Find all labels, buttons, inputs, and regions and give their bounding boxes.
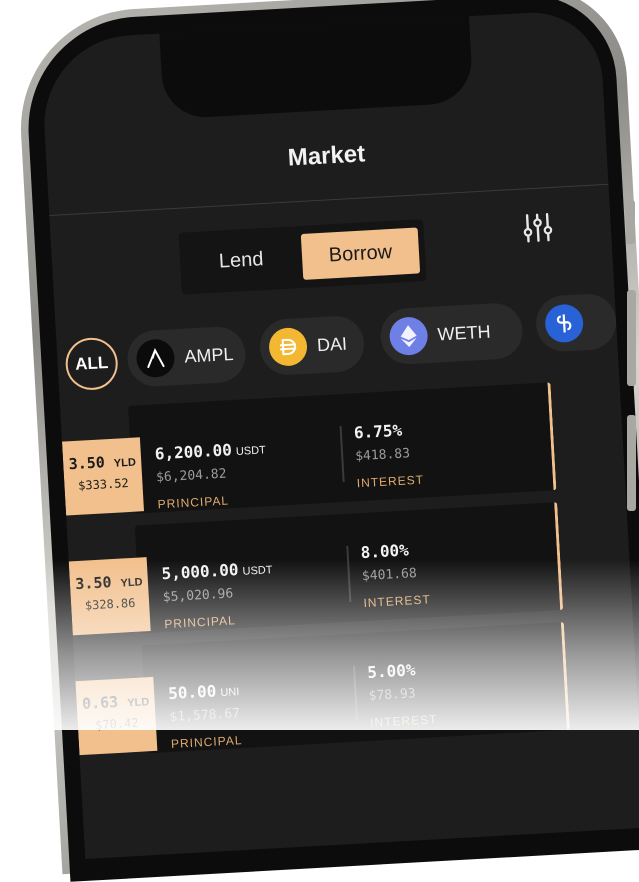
yield-value: 0.63 xyxy=(81,692,119,713)
ampl-token-icon xyxy=(135,338,176,379)
usdt-token-icon xyxy=(544,303,585,344)
interest-usd: $418.83 xyxy=(354,446,411,465)
principal-amount: 5,000.00 xyxy=(160,560,239,584)
yield-usd: $328.86 xyxy=(84,595,136,613)
interest-usd: $78.93 xyxy=(368,686,417,704)
interest-rate: 8.00% xyxy=(360,540,410,563)
volume-down-button xyxy=(627,415,636,511)
interest-rate: 6.75% xyxy=(353,420,403,443)
principal-usd: $1,578.67 xyxy=(169,706,241,726)
principal-block: 6,200.00 USDT $6,204.82 PRINCIPAL xyxy=(154,438,269,511)
principal-amount: 6,200.00 xyxy=(154,440,233,464)
asset-chip-ampl[interactable]: AMPL xyxy=(125,325,247,388)
yield-unit: YLD xyxy=(120,576,143,590)
asset-label-dai: DAI xyxy=(316,333,348,355)
interest-block: 6.75% $418.83 INTEREST xyxy=(353,420,424,491)
tab-borrow[interactable]: Borrow xyxy=(300,227,421,280)
yield-unit: YLD xyxy=(113,456,137,470)
yield-value: 3.50 xyxy=(68,453,106,474)
market-row[interactable]: 0.63 YLD $70.42 50.00 UNI $1,578.67 PRINC… xyxy=(74,618,639,759)
mute-switch xyxy=(626,200,635,244)
yield-usd: $333.52 xyxy=(77,475,130,493)
interest-block: 8.00% $401.68 INTEREST xyxy=(360,539,431,610)
yield-unit: YLD xyxy=(126,696,150,710)
principal-usd: $6,204.82 xyxy=(155,466,227,486)
interest-block: 5.00% $78.93 INTEREST xyxy=(367,659,438,730)
principal-block: 50.00 UNI $1,578.67 PRINCIPAL xyxy=(168,680,243,751)
principal-unit: USDT xyxy=(235,444,267,458)
dai-token-icon xyxy=(268,326,309,367)
weth-token-icon xyxy=(388,316,429,357)
tab-lend[interactable]: Lend xyxy=(185,234,297,286)
asset-label-weth: WETH xyxy=(437,321,492,344)
yield-badge: 3.50 YLD $333.52 xyxy=(61,437,144,516)
asset-chip-all[interactable]: ALL xyxy=(64,336,120,392)
asset-chip-partial[interactable] xyxy=(534,292,618,353)
asset-chip-weth[interactable]: WETH xyxy=(379,301,525,366)
yield-badge: 3.50 YLD $328.86 xyxy=(68,557,151,636)
principal-usd: $5,020.96 xyxy=(162,586,234,606)
principal-amount: 50.00 xyxy=(167,681,217,704)
asset-label-ampl: AMPL xyxy=(183,343,234,367)
principal-unit: USDT xyxy=(242,564,273,578)
asset-chip-dai[interactable]: DAI xyxy=(258,314,366,377)
app-screen: Market Lend Borrow ALL AMPL DAI WETH 3.5… xyxy=(39,9,639,859)
principal-unit: UNI xyxy=(220,686,240,700)
sliders-icon[interactable] xyxy=(520,210,556,246)
yield-badge: 0.63 YLD $70.42 xyxy=(75,676,158,756)
lend-borrow-toggle: Lend Borrow xyxy=(178,219,427,295)
market-row[interactable]: 3.50 YLD $328.86 5,000.00 USDT $5,020.96 … xyxy=(67,498,632,639)
principal-block: 5,000.00 USDT $5,020.96 PRINCIPAL xyxy=(161,558,276,631)
interest-rate: 5.00% xyxy=(366,660,416,682)
yield-value: 3.50 xyxy=(74,573,112,594)
interest-usd: $401.68 xyxy=(361,566,418,585)
yield-usd: $70.42 xyxy=(94,715,139,733)
volume-up-button xyxy=(627,290,636,386)
page-title: Market xyxy=(287,140,366,172)
